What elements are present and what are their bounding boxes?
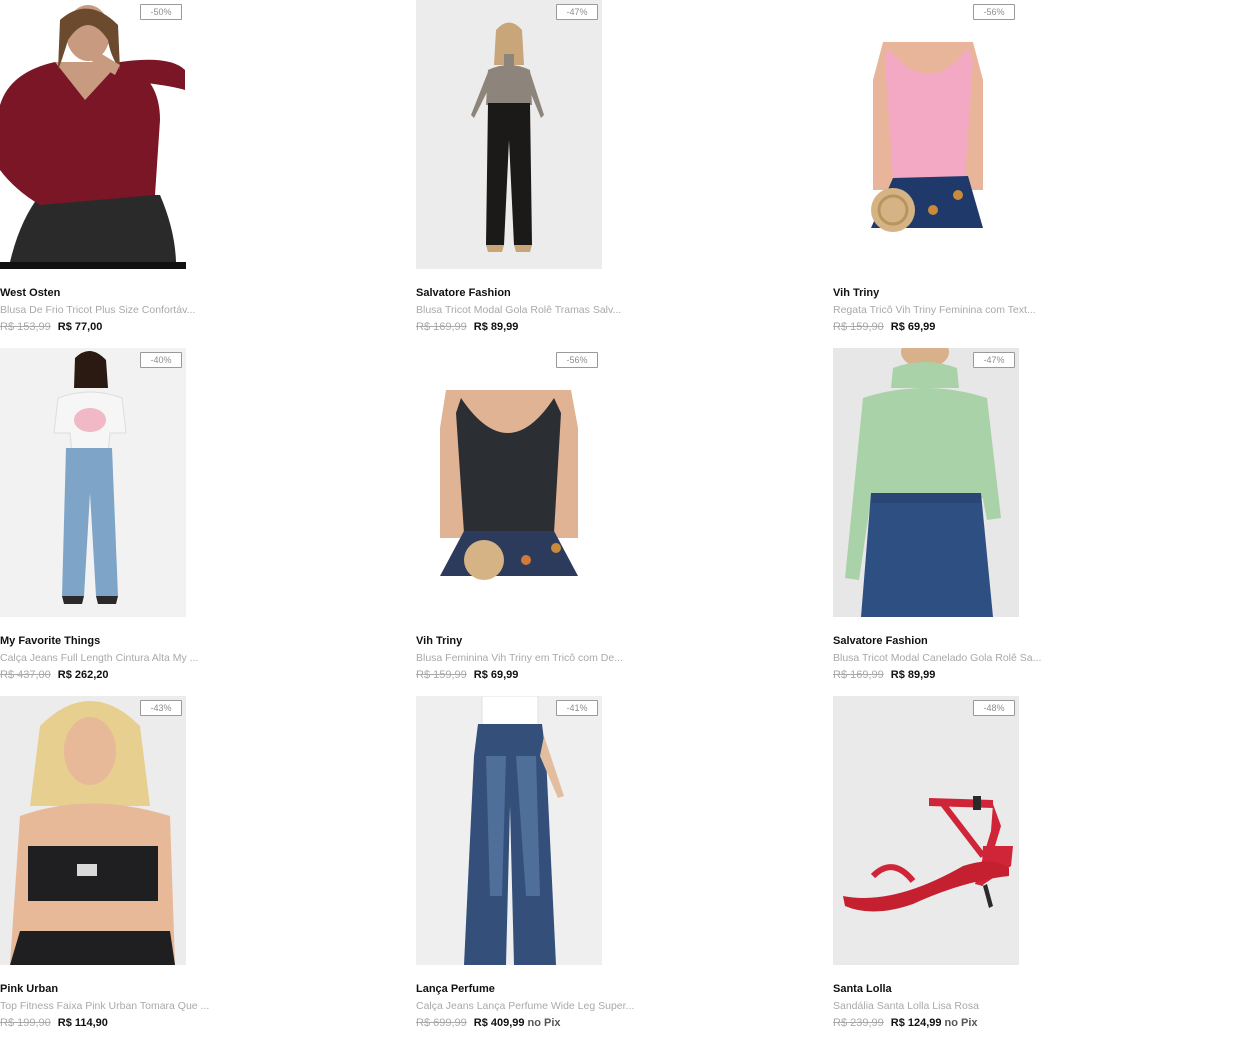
product-card[interactable]: -40% My Favorite Things Calça Jeans Full… (0, 348, 400, 688)
old-price: R$ 169,99 (833, 669, 884, 681)
price-row: R$ 169,99 R$ 89,99 (833, 669, 938, 681)
product-card[interactable]: -56% Vih Triny Regata Tricô Vih Triny Fe… (833, 0, 1233, 340)
product-image[interactable]: -47% (416, 0, 602, 269)
product-card[interactable]: -50% West Osten Blusa De Frio Tricot Plu… (0, 0, 400, 340)
pix-label: no Pix (944, 1017, 978, 1029)
product-image[interactable]: -56% (833, 0, 1019, 269)
current-price: R$ 409,99 (473, 1017, 525, 1029)
product-name[interactable]: Top Fitness Faixa Pink Urban Tomara Que … (0, 1000, 209, 1012)
old-price: R$ 437,00 (0, 669, 51, 681)
current-price: R$ 114,90 (57, 1017, 108, 1029)
product-card[interactable]: -48% Santa Lolla Sandália Santa Lolla Li… (833, 696, 1233, 1036)
product-image[interactable]: -43% (0, 696, 186, 965)
old-price: R$ 153,99 (0, 321, 51, 333)
product-image[interactable]: -50% (0, 0, 186, 269)
old-price: R$ 239,99 (833, 1017, 884, 1029)
product-card[interactable]: -47% Salvatore Fashion Blusa Tricot Moda… (416, 0, 816, 340)
discount-badge: -47% (556, 4, 598, 20)
old-price: R$ 159,90 (833, 321, 884, 333)
product-name[interactable]: Blusa Tricot Modal Gola Rolê Tramas Salv… (416, 304, 621, 316)
current-price: R$ 69,99 (890, 321, 936, 333)
product-card[interactable]: -56% Vih Triny Blusa Feminina Vih Triny … (416, 348, 816, 688)
product-card[interactable]: -41% Lança Perfume Calça Jeans Lança Per… (416, 696, 816, 1036)
product-card[interactable]: -43% Pink Urban Top Fitness Faixa Pink U… (0, 696, 400, 1036)
product-image[interactable]: -48% (833, 696, 1019, 965)
current-price: R$ 69,99 (473, 669, 519, 681)
product-grid: -50% West Osten Blusa De Frio Tricot Plu… (0, 0, 1250, 1043)
product-image[interactable]: -40% (0, 348, 186, 617)
product-brand: Pink Urban (0, 983, 59, 995)
price-row: R$ 699,99 R$ 409,99 no Pix (416, 1017, 561, 1029)
product-card[interactable]: -47% Salvatore Fashion Blusa Tricot Moda… (833, 348, 1233, 688)
discount-badge: -40% (140, 352, 182, 368)
product-image[interactable]: -41% (416, 696, 602, 965)
product-name[interactable]: Sandália Santa Lolla Lisa Rosa (833, 1000, 979, 1012)
product-name[interactable]: Calça Jeans Full Length Cintura Alta My … (0, 652, 198, 664)
price-row: R$ 153,99 R$ 77,00 (0, 321, 105, 333)
old-price: R$ 169,99 (416, 321, 467, 333)
product-brand: Salvatore Fashion (416, 287, 511, 299)
discount-badge: -56% (973, 4, 1015, 20)
price-row: R$ 169,99 R$ 89,99 (416, 321, 521, 333)
price-row: R$ 159,99 R$ 69,99 (416, 669, 521, 681)
product-brand: Salvatore Fashion (833, 635, 928, 647)
price-row: R$ 437,00 R$ 262,20 (0, 669, 112, 681)
old-price: R$ 199,90 (0, 1017, 51, 1029)
product-brand: Vih Triny (416, 635, 463, 647)
product-image[interactable]: -56% (416, 348, 602, 617)
product-name[interactable]: Blusa Feminina Vih Triny em Tricô com De… (416, 652, 623, 664)
product-name[interactable]: Blusa De Frio Tricot Plus Size Confortáv… (0, 304, 195, 316)
current-price: R$ 89,99 (473, 321, 519, 333)
discount-badge: -48% (973, 700, 1015, 716)
product-brand: West Osten (0, 287, 61, 299)
discount-badge: -47% (973, 352, 1015, 368)
discount-badge: -56% (556, 352, 598, 368)
current-price: R$ 262,20 (57, 669, 109, 681)
product-image[interactable]: -47% (833, 348, 1019, 617)
product-name[interactable]: Blusa Tricot Modal Canelado Gola Rolê Sa… (833, 652, 1041, 664)
product-name[interactable]: Regata Tricô Vih Triny Feminina com Text… (833, 304, 1036, 316)
price-row: R$ 199,90 R$ 114,90 (0, 1017, 111, 1029)
price-row: R$ 159,90 R$ 69,99 (833, 321, 938, 333)
pix-label: no Pix (527, 1017, 561, 1029)
old-price: R$ 159,99 (416, 669, 467, 681)
current-price: R$ 124,99 (890, 1017, 942, 1029)
product-name[interactable]: Calça Jeans Lança Perfume Wide Leg Super… (416, 1000, 634, 1012)
current-price: R$ 89,99 (890, 669, 936, 681)
product-brand: Lança Perfume (416, 983, 495, 995)
product-brand: Vih Triny (833, 287, 880, 299)
current-price: R$ 77,00 (57, 321, 103, 333)
product-brand: Santa Lolla (833, 983, 892, 995)
old-price: R$ 699,99 (416, 1017, 467, 1029)
product-brand: My Favorite Things (0, 635, 101, 647)
discount-badge: -50% (140, 4, 182, 20)
discount-badge: -43% (140, 700, 182, 716)
price-row: R$ 239,99 R$ 124,99 no Pix (833, 1017, 978, 1029)
discount-badge: -41% (556, 700, 598, 716)
